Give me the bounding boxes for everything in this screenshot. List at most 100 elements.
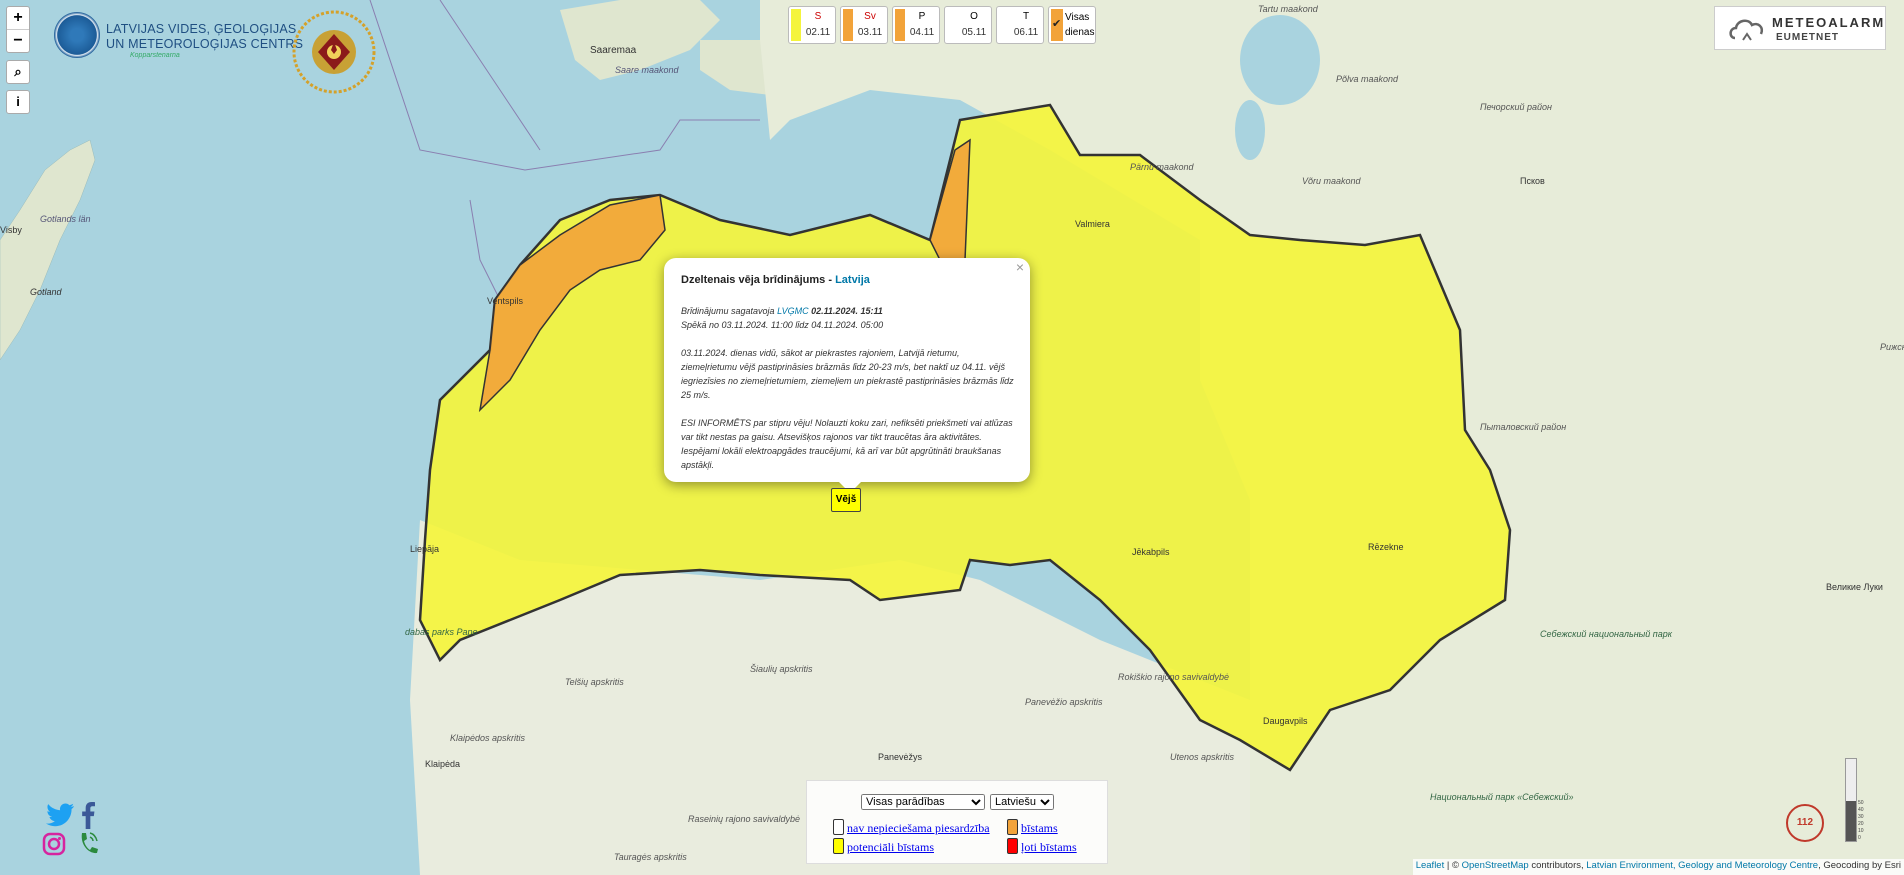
scale-label: 40 xyxy=(1858,807,1864,813)
meteoalarm-logo[interactable]: METEOALARM EUMETNET xyxy=(1714,6,1886,50)
twitter-icon[interactable] xyxy=(46,803,74,827)
fire-rescue-logo[interactable] xyxy=(292,10,376,94)
label-sebezh: Себежский национальный парк xyxy=(1540,629,1673,639)
label-jekabpils: Jēkabpils xyxy=(1132,547,1170,557)
day-swatch xyxy=(843,9,853,41)
attrib-geocode: , Geocoding by Esri xyxy=(1818,860,1901,871)
label-pape: dabas parks Pape xyxy=(405,627,478,637)
scale-label: 20 xyxy=(1858,821,1864,827)
search-button[interactable]: ⌕ xyxy=(6,60,30,84)
all-days-toggle[interactable]: ✔ Visas dienas xyxy=(1048,6,1096,44)
meteoalarm-title: METEOALARM xyxy=(1772,15,1886,30)
day-swatch xyxy=(791,9,801,41)
day-label: P xyxy=(918,11,926,22)
label-pskov: Псков xyxy=(1520,176,1545,186)
label-sebezh-park: Национальный парк «Себежский» xyxy=(1430,792,1574,802)
day-button-4[interactable]: T 06.11 xyxy=(996,6,1044,44)
popup-meta: Brīdinājumu sagatavoja LVĢMC 02.11.2024.… xyxy=(681,304,1011,332)
legend-panel: Visas parādības Latviešu nav nepieciešam… xyxy=(806,780,1108,864)
label-telsiu: Telšių apskritis xyxy=(565,677,624,687)
emergency-112-icon[interactable]: 112 xyxy=(1786,804,1824,842)
label-pechory: Печорский район xyxy=(1480,102,1552,112)
instagram-icon[interactable] xyxy=(42,832,66,856)
legend-swatch-yellow xyxy=(833,838,844,854)
day-swatch xyxy=(999,9,1009,41)
label-tartu-maakond: Tartu maakond xyxy=(1258,4,1319,14)
label-panevezio: Panevėžio apskritis xyxy=(1025,697,1103,707)
zoom-control: + − xyxy=(6,6,30,53)
label-riga-region: Рижская область xyxy=(1880,342,1904,352)
checkmark-icon: ✔ xyxy=(1052,18,1062,30)
cloud-icon xyxy=(1729,19,1763,41)
scale-label: 30 xyxy=(1858,814,1864,820)
label-saare-maakond: Saare maakond xyxy=(615,65,680,75)
legend-swatch-orange xyxy=(1007,819,1018,835)
day-swatch xyxy=(947,9,957,41)
legend-item-potentially-dangerous[interactable]: potenciāli bīstams xyxy=(833,838,934,855)
day-label: S xyxy=(814,11,822,22)
lvgmc-logo[interactable]: LATVIJAS VIDES, ĢEOLOĢIJAS UN METEOROLOĢ… xyxy=(54,12,303,60)
facebook-icon[interactable] xyxy=(80,801,96,829)
label-voru-maakond: Võru maakond xyxy=(1302,176,1362,186)
day-label: O xyxy=(970,11,978,22)
label-siauliu: Šiaulių apskritis xyxy=(750,664,813,674)
day-button-1[interactable]: Sv 03.11 xyxy=(840,6,888,44)
legend-item-very-dangerous[interactable]: ļoti bīstams xyxy=(1007,838,1077,855)
scale-label: 10 xyxy=(1858,828,1864,834)
event-type-select[interactable]: Visas parādības xyxy=(861,794,985,810)
day-button-2[interactable]: P 04.11 xyxy=(892,6,940,44)
label-velikie-luki: Великие Луки xyxy=(1826,582,1883,592)
label-visby: Visby xyxy=(0,225,22,235)
day-selector: S 02.11 Sv 03.11 P 04.11 O 05.11 T 06.11… xyxy=(788,6,1096,44)
popup-valid-period: Spēkā no 03.11.2024. 11:00 līdz 04.11.20… xyxy=(681,320,884,330)
label-valmiera: Valmiera xyxy=(1075,219,1110,229)
label-raseiniu: Raseinių rajono savivaldybė xyxy=(688,814,800,824)
label-panevezys: Panevėžys xyxy=(878,752,923,762)
zoom-in-button[interactable]: + xyxy=(7,7,29,29)
day-button-0[interactable]: S 02.11 xyxy=(788,6,836,44)
label-polva-maakond: Põlva maakond xyxy=(1336,74,1399,84)
popup-close-button[interactable]: × xyxy=(1016,259,1024,275)
info-button[interactable]: i xyxy=(6,90,30,114)
wind-scale-fill xyxy=(1846,801,1856,841)
lake-pskov xyxy=(1235,100,1265,160)
map-attribution: Leaflet | © OpenStreetMap contributors, … xyxy=(1412,859,1904,875)
label-utenos: Utenos apskritis xyxy=(1170,752,1235,762)
leaflet-link[interactable]: Leaflet xyxy=(1416,860,1445,871)
lake-peipus xyxy=(1240,15,1320,105)
day-date: 05.11 xyxy=(961,27,987,38)
scale-label: 0 xyxy=(1858,835,1861,841)
day-date: 06.11 xyxy=(1013,27,1039,38)
phone-icon[interactable] xyxy=(76,830,100,858)
day-swatch xyxy=(895,9,905,41)
legend-swatch-red xyxy=(1007,838,1018,854)
all-days-label-1: Visas xyxy=(1065,12,1090,23)
language-select[interactable]: Latviešu xyxy=(990,794,1054,810)
popup-title-link[interactable]: Latvija xyxy=(835,274,870,286)
zoom-out-button[interactable]: − xyxy=(7,29,29,52)
warning-popup: × Dzeltenais vēja brīdinājums - Latvija … xyxy=(664,258,1030,493)
label-rezekne: Rēzekne xyxy=(1368,542,1404,552)
day-button-3[interactable]: O 05.11 xyxy=(944,6,992,44)
scale-label: 50 xyxy=(1858,800,1864,806)
label-ventspils: Ventspils xyxy=(487,296,524,306)
label-daugavpils: Daugavpils xyxy=(1263,716,1308,726)
popup-advice: ESI INFORMĒTS par stipru vēju! Nolauzti … xyxy=(681,418,1013,470)
popup-lvgmc-link[interactable]: LVĢMC xyxy=(777,306,809,316)
popup-prepared-prefix: Brīdinājumu sagatavoja xyxy=(681,306,778,316)
label-rokiskio: Rokiškio rajono savivaldybė xyxy=(1118,672,1229,682)
wind-warning-marker[interactable]: Vējš xyxy=(831,488,861,512)
all-days-label-2: dienas xyxy=(1065,27,1095,38)
legend-item-no-caution[interactable]: nav nepieciešama piesardzība xyxy=(833,819,990,836)
label-parnu-maakond: Pärnu maakond xyxy=(1130,162,1195,172)
lvgmc-attrib-link[interactable]: Latvian Environment, Geology and Meteoro… xyxy=(1586,860,1818,871)
attrib-contrib: contributors, xyxy=(1528,860,1587,871)
legend-item-dangerous[interactable]: bīstams xyxy=(1007,819,1058,836)
osm-link[interactable]: OpenStreetMap xyxy=(1462,860,1529,871)
legend-label: ļoti bīstams xyxy=(1021,840,1077,854)
label-saaremaa: Saaremaa xyxy=(590,45,637,56)
attrib-sep: | © xyxy=(1444,860,1462,871)
info-icon: i xyxy=(16,94,20,109)
day-label: T xyxy=(1022,11,1030,22)
label-gotlands-lan: Gotlands län xyxy=(40,214,91,224)
